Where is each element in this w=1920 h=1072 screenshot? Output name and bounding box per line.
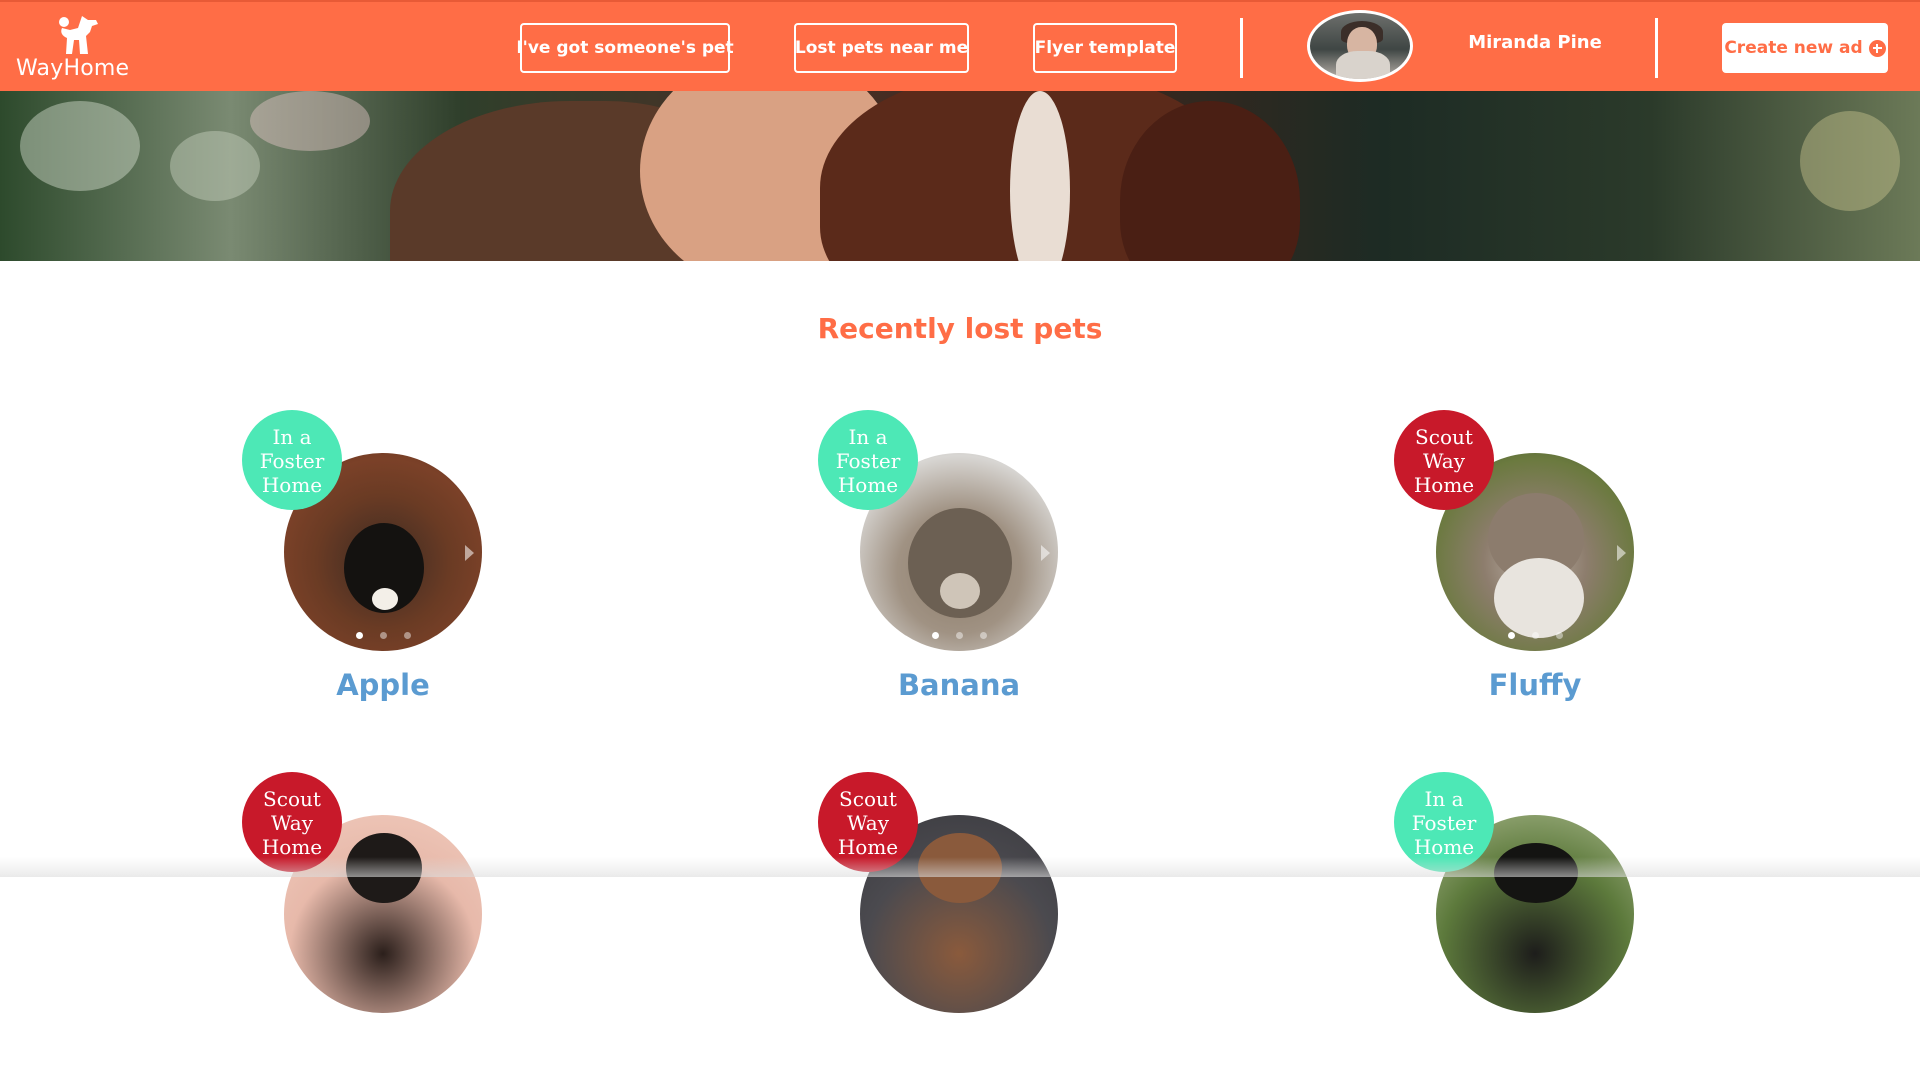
hero-bokeh (170, 131, 260, 201)
carousel-dot[interactable] (379, 632, 387, 639)
status-badge: Scout Way Home (1394, 410, 1494, 510)
plus-circle-icon (1868, 39, 1886, 57)
pet-name[interactable]: Banana (860, 668, 1058, 702)
carousel-next-arrow-icon[interactable] (1041, 545, 1050, 561)
status-badge: In a Foster Home (818, 410, 918, 510)
nav-lost-pets-near-me-button[interactable]: Lost pets near me (794, 23, 969, 73)
dog-body (1494, 558, 1584, 638)
section-title: Recently lost pets (817, 312, 1103, 345)
pet-name[interactable]: Fluffy (1436, 668, 1634, 702)
wayhome-logo[interactable]: WayHome (14, 14, 129, 84)
pet-card-fluffy: Scout Way Home Fluffy (1394, 410, 1654, 710)
carousel-dots (1436, 632, 1634, 639)
carousel-dot[interactable] (1531, 632, 1539, 639)
create-new-ad-button[interactable]: Create new ad (1722, 23, 1888, 73)
dog-person-logo-icon (59, 16, 98, 54)
hero-banner-image (0, 91, 1920, 261)
status-badge: In a Foster Home (242, 410, 342, 510)
carousel-dot[interactable] (1507, 632, 1515, 639)
nav-found-pet-button[interactable]: I've got someone's pet (516, 23, 734, 73)
nav-flyer-template-button[interactable]: Flyer template (1033, 23, 1177, 73)
create-new-ad-label: Create new ad (1724, 38, 1863, 58)
top-navbar: WayHome I've got someone's pet Lost pets… (0, 0, 1920, 91)
pet-name[interactable]: Apple (284, 668, 482, 702)
carousel-dot[interactable] (1555, 632, 1563, 639)
carousel-next-arrow-icon[interactable] (1617, 545, 1626, 561)
hero-bokeh (1800, 111, 1900, 211)
carousel-dot[interactable] (355, 632, 363, 639)
hero-bokeh (20, 101, 140, 191)
cat-chin (372, 588, 398, 610)
carousel-dot[interactable] (955, 632, 963, 639)
pet-card: Scout Way Home (818, 772, 1078, 1072)
carousel-dots (860, 632, 1058, 639)
nav-divider (1655, 18, 1658, 78)
nav-divider (1240, 18, 1243, 78)
carousel-dot[interactable] (403, 632, 411, 639)
pet-card: Scout Way Home (242, 772, 502, 1072)
logo-text: WayHome (16, 56, 130, 81)
pet-card-apple: In a Foster Home Apple (242, 410, 502, 710)
pet-card-banana: In a Foster Home Banana (818, 410, 1078, 710)
scroll-fade (0, 857, 1920, 877)
carousel-next-arrow-icon[interactable] (465, 545, 474, 561)
user-name[interactable]: Miranda Pine (1430, 32, 1640, 53)
hero-bokeh (250, 91, 370, 151)
pet-card: In a Foster Home (1394, 772, 1654, 1072)
cat-muzzle (940, 573, 980, 609)
carousel-dot[interactable] (931, 632, 939, 639)
carousel-dot[interactable] (979, 632, 987, 639)
user-avatar[interactable] (1307, 10, 1413, 82)
avatar-scarf (1336, 51, 1390, 79)
carousel-dots (284, 632, 482, 639)
